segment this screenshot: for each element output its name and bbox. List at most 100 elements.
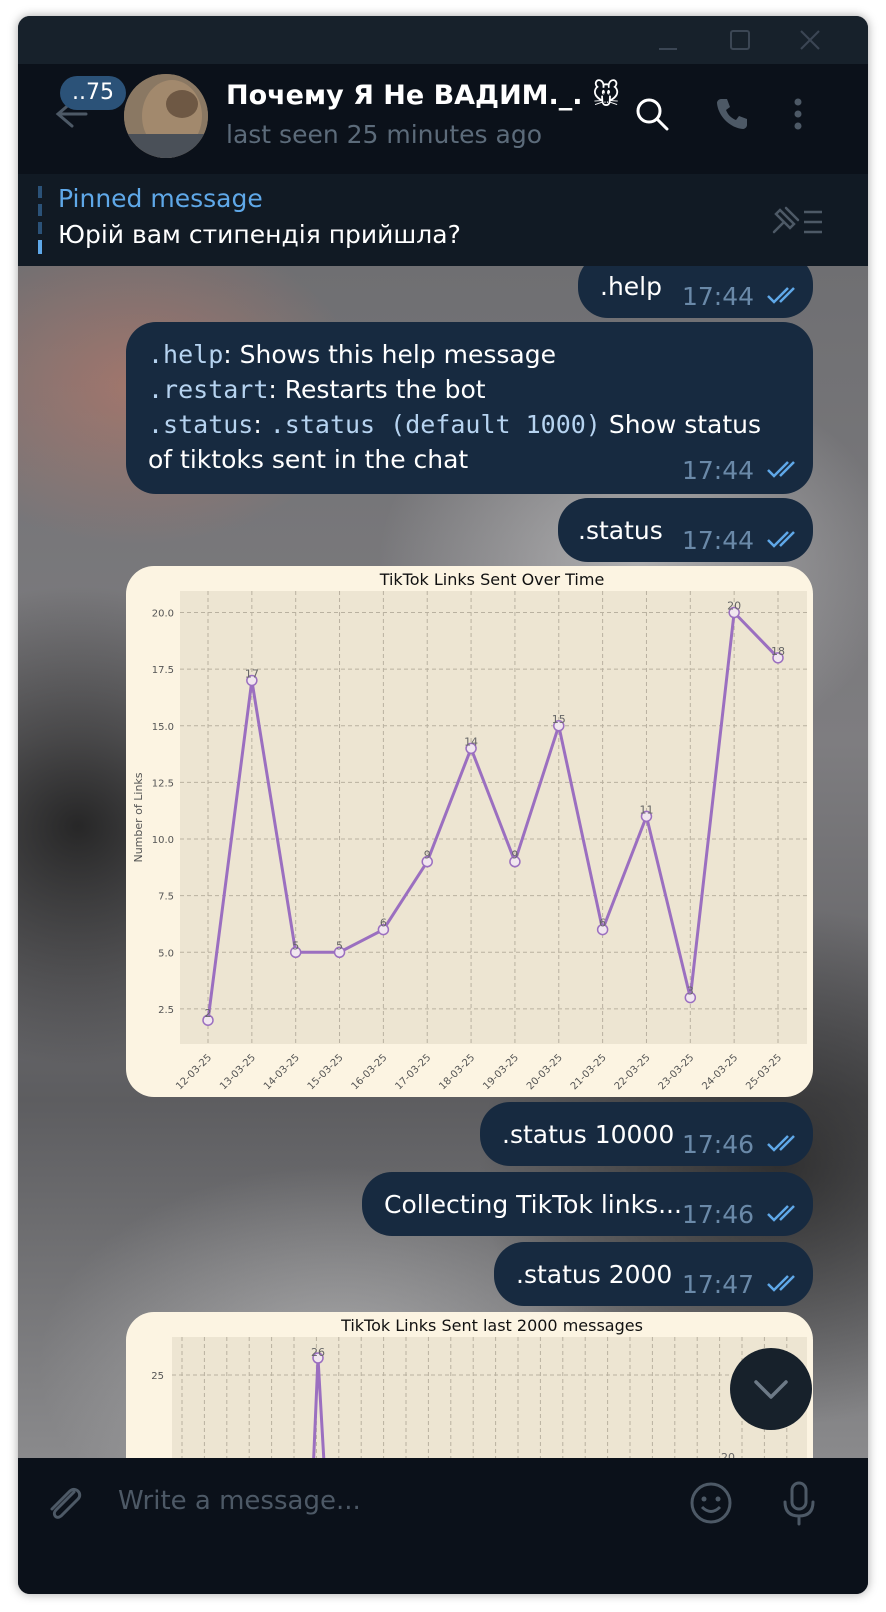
data-label: 18 (771, 645, 785, 658)
pinned-label: Pinned message (58, 184, 263, 213)
plot-area (172, 1337, 807, 1458)
x-tick-label: 21-03-25 (569, 1052, 609, 1092)
x-tick-label: 23-03-25 (657, 1052, 697, 1092)
scroll-down-button[interactable] (730, 1348, 812, 1430)
chart-title: TikTok Links Sent last 2000 messages (340, 1316, 643, 1335)
data-label: 15 (552, 713, 566, 726)
emoji-button[interactable] (686, 1478, 736, 1528)
data-label: 26 (311, 1346, 325, 1359)
y-tick-label: 7.5 (158, 892, 174, 903)
command-status-arg: .status (default 1000) (269, 410, 601, 439)
pin-list-icon (772, 206, 822, 234)
data-label: 9 (511, 849, 518, 862)
x-tick-label: 16-03-25 (350, 1052, 390, 1092)
command-help-desc: : Shows this help message (223, 340, 556, 369)
message-text: Collecting TikTok links... (384, 1190, 682, 1219)
data-label: 20 (721, 1451, 735, 1458)
chat-last-seen: last seen 25 minutes ago (226, 120, 543, 149)
message-time: 17:44 (682, 526, 755, 555)
message-bubble-help[interactable]: .help 17:44 (578, 266, 813, 318)
x-tick-label: 17-03-25 (393, 1052, 433, 1092)
data-label: 2 (205, 1007, 212, 1020)
message-text: .help (600, 272, 662, 301)
y-tick-label: 20.0 (152, 609, 174, 620)
y-tick-label: 2.5 (158, 1005, 174, 1016)
x-tick-label: 14-03-25 (262, 1052, 302, 1092)
chart-message-2[interactable]: TikTok Links Sent last 2000 messages 25 26… (126, 1312, 813, 1458)
more-vertical-icon (794, 98, 802, 130)
chart-message-1[interactable]: TikTok Links Sent Over Time 12-03-25 13-03… (126, 566, 813, 1097)
maximize-button[interactable] (720, 24, 760, 56)
x-tick-label: 13-03-25 (218, 1052, 258, 1092)
data-label: 5 (292, 939, 299, 952)
y-tick-label: 10.0 (152, 835, 174, 846)
message-input[interactable]: Write a message... (118, 1486, 361, 1516)
command-status-desc: Show status (600, 410, 762, 439)
message-text: .status (578, 516, 663, 545)
avatar-image (124, 74, 208, 158)
y-tick-label: 17.5 (152, 665, 174, 676)
telegram-window: ..75 Почему Я Не ВАДИМ._. 🐭 last seen 25… (18, 16, 868, 1594)
x-tick-label: 20-03-25 (525, 1052, 565, 1092)
chart-title: TikTok Links Sent Over Time (379, 570, 605, 589)
message-text: .status 2000 (516, 1260, 673, 1289)
message-time: 17:44 (682, 456, 755, 485)
close-icon (800, 30, 820, 50)
message-time: 17:46 (682, 1130, 755, 1159)
line-chart-last-2000: TikTok Links Sent last 2000 messages 25 26… (151, 1316, 807, 1458)
title-bar (18, 16, 868, 64)
pinned-message-bar[interactable]: Pinned message Юрій вам стипендія прийшл… (18, 174, 868, 267)
message-time: 17:47 (682, 1270, 755, 1299)
pinned-list-button[interactable] (768, 202, 828, 242)
maximize-icon (730, 30, 750, 50)
command-status-desc-cont: of tiktoks sent in the chat (148, 445, 469, 474)
double-check-icon (767, 1205, 795, 1222)
paperclip-icon (50, 1487, 82, 1519)
message-bubble-status-10000[interactable]: .status 10000 17:46 (480, 1102, 813, 1166)
data-label: 20 (727, 600, 741, 613)
message-bubble-collecting[interactable]: Collecting TikTok links... 17:46 (362, 1172, 813, 1236)
data-label: 14 (464, 735, 478, 748)
double-check-icon (767, 1135, 795, 1152)
command-restart: .restart (148, 375, 269, 404)
voice-button[interactable] (774, 1478, 824, 1528)
chat-avatar[interactable] (124, 74, 208, 158)
pinned-indicator (38, 186, 42, 254)
double-check-icon (767, 1275, 795, 1292)
search-button[interactable] (632, 94, 672, 134)
data-label: 5 (336, 939, 343, 952)
line-chart-tiktok-links: TikTok Links Sent Over Time 12-03-25 13-03… (132, 570, 807, 1092)
pinned-text: Юрій вам стипендія прийшла? (58, 220, 461, 249)
message-bubble-status[interactable]: .status 17:44 (558, 498, 813, 562)
y-tick-label: 5.0 (158, 948, 174, 959)
message-bubble-help-response[interactable]: .help: Shows this help message .restart:… (126, 322, 813, 494)
message-time: 17:44 (682, 282, 755, 311)
close-button[interactable] (790, 24, 830, 56)
x-tick-label: 19-03-25 (481, 1052, 521, 1092)
data-label: 11 (639, 803, 653, 816)
x-tick-label: 22-03-25 (613, 1052, 653, 1092)
message-text: .status 10000 (502, 1120, 675, 1149)
y-tick-label: 15.0 (152, 722, 174, 733)
attach-button[interactable] (40, 1478, 90, 1528)
message-list[interactable]: .help 17:44 .help: Shows this help messa… (18, 266, 868, 1458)
x-tick-label: 24-03-25 (700, 1052, 740, 1092)
message-bubble-status-2000[interactable]: .status 2000 17:47 (494, 1242, 813, 1306)
data-label: 17 (245, 667, 259, 680)
more-button[interactable] (778, 94, 818, 134)
data-label: 3 (687, 985, 694, 998)
data-label: 6 (380, 917, 387, 930)
double-check-icon (767, 531, 795, 548)
unread-count-badge: ..75 (60, 76, 126, 110)
search-icon (636, 98, 669, 131)
chat-header: ..75 Почему Я Не ВАДИМ._. 🐭 last seen 25… (18, 64, 868, 174)
minimize-button[interactable] (648, 24, 688, 56)
data-label: 6 (599, 917, 606, 930)
data-label: 9 (424, 849, 431, 862)
command-status: .status (148, 410, 254, 439)
call-button[interactable] (712, 94, 752, 134)
phone-icon (717, 99, 747, 129)
x-tick-label: 12-03-25 (174, 1052, 214, 1092)
chat-title[interactable]: Почему Я Не ВАДИМ._. 🐭 (226, 80, 620, 111)
y-tick-label: 25 (151, 1371, 164, 1382)
